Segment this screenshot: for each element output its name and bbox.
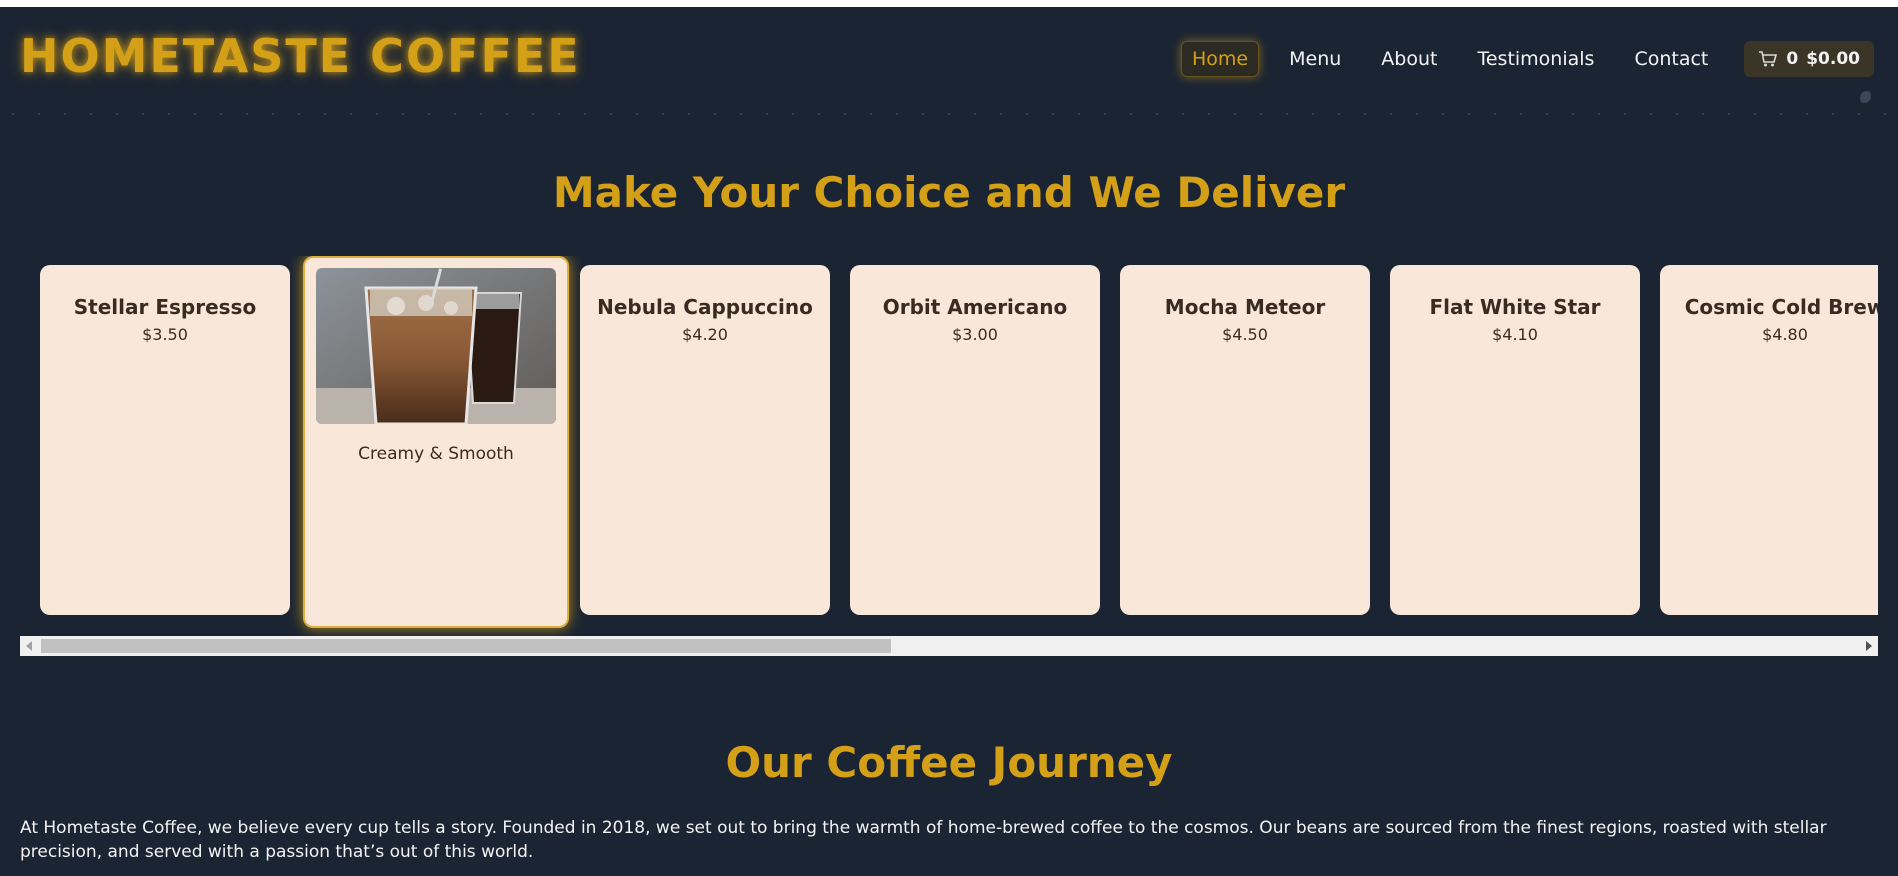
product-card-mocha-meteor[interactable]: Mocha Meteor $4.50 bbox=[1120, 265, 1370, 615]
header-divider bbox=[0, 112, 1898, 116]
product-price: $4.10 bbox=[1492, 325, 1538, 344]
product-card-featured[interactable]: Creamy & Smooth bbox=[303, 256, 569, 628]
product-name: Orbit Americano bbox=[882, 295, 1068, 319]
choice-section-title: Make Your Choice and We Deliver bbox=[552, 168, 1346, 217]
theme-toggle-icon[interactable] bbox=[1860, 91, 1874, 105]
cart-total: $0.00 bbox=[1806, 49, 1860, 69]
nav-testimonials[interactable]: Testimonials bbox=[1467, 42, 1604, 76]
site-header: HOMETASTE COFFEE Home Menu About Testimo… bbox=[0, 7, 1898, 107]
journey-paragraph: At Hometaste Coffee, we believe every cu… bbox=[20, 818, 1827, 862]
nav-home[interactable]: Home bbox=[1181, 41, 1260, 77]
scroll-right-icon[interactable] bbox=[1866, 641, 1872, 651]
scrollbar-thumb[interactable] bbox=[41, 639, 891, 653]
product-price: $3.00 bbox=[952, 325, 998, 344]
cart-count: 0 bbox=[1786, 49, 1799, 69]
product-tagline: Creamy & Smooth bbox=[358, 444, 514, 464]
product-name: Flat White Star bbox=[1429, 295, 1601, 319]
nav-contact[interactable]: Contact bbox=[1624, 42, 1718, 76]
nav-about[interactable]: About bbox=[1371, 42, 1447, 76]
carousel-scrollbar[interactable] bbox=[20, 636, 1878, 656]
scroll-left-icon[interactable] bbox=[26, 641, 32, 651]
main-nav: Home Menu About Testimonials Contact 0 $… bbox=[1161, 41, 1874, 77]
product-card-flat-white-star[interactable]: Flat White Star $4.10 bbox=[1390, 265, 1640, 615]
product-price: $4.80 bbox=[1762, 325, 1808, 344]
product-name: Cosmic Cold Brew bbox=[1684, 295, 1878, 319]
product-name: Mocha Meteor bbox=[1164, 295, 1326, 319]
product-price: $4.20 bbox=[682, 325, 728, 344]
iced-coffee-photo bbox=[316, 268, 556, 424]
journey-section-title: Our Coffee Journey bbox=[725, 738, 1173, 787]
site-logo[interactable]: HOMETASTE COFFEE bbox=[20, 29, 581, 83]
product-card-orbit-americano[interactable]: Orbit Americano $3.00 bbox=[850, 265, 1100, 615]
top-strip bbox=[0, 0, 1898, 7]
product-card-stellar-espresso[interactable]: Stellar Espresso $3.50 bbox=[40, 265, 290, 615]
product-price: $3.50 bbox=[142, 325, 188, 344]
product-name: Stellar Espresso bbox=[73, 295, 257, 319]
product-name: Nebula Cappuccino bbox=[597, 295, 813, 319]
cart-icon bbox=[1759, 51, 1778, 67]
cart-button[interactable]: 0 $0.00 bbox=[1744, 41, 1874, 77]
product-card-cosmic-cold-brew[interactable]: Cosmic Cold Brew $4.80 bbox=[1660, 265, 1878, 615]
nav-menu[interactable]: Menu bbox=[1279, 42, 1351, 76]
product-carousel: Stellar Espresso $3.50 Creamy & Smooth N… bbox=[20, 256, 1878, 636]
product-card-nebula-cappuccino[interactable]: Nebula Cappuccino $4.20 bbox=[580, 265, 830, 615]
product-price: $4.50 bbox=[1222, 325, 1268, 344]
